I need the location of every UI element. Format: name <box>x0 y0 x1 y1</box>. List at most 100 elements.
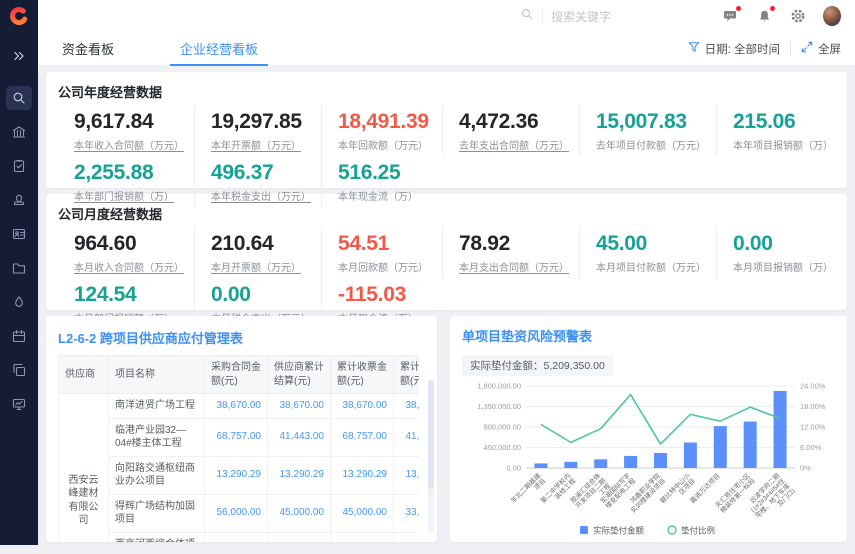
kpi-value: 964.60 <box>74 232 184 256</box>
sidebar-item-stamp-icon[interactable] <box>6 188 32 212</box>
kpi-value: 124.54 <box>74 283 184 307</box>
svg-text:18.00%: 18.00% <box>800 402 826 411</box>
kpi-value: 9,617.84 <box>74 110 184 134</box>
amount-cell[interactable]: 41,443.00 <box>394 418 420 456</box>
kpi-value: 0.00 <box>733 232 833 256</box>
amount-cell[interactable]: 41,443.00 <box>268 418 331 456</box>
bar-0[interactable] <box>534 463 547 468</box>
kpi-annual-1: 19,297.85本年开票额（万元） <box>194 105 321 156</box>
amount-cell[interactable]: 57,273.00 <box>205 532 268 542</box>
amount-cell[interactable]: 57,273.00 <box>331 532 394 542</box>
amount-cell[interactable]: 13,290.29 <box>394 456 420 494</box>
kpi-annual-3: 4,472.36去年支出合同额（万元） <box>442 105 579 156</box>
kpi-label[interactable]: 本年税金支出（万元） <box>211 188 311 203</box>
search-input[interactable]: 搜索关键字 <box>520 7 671 26</box>
kpi-monthly-1: 210.64本月开票额（万元） <box>194 227 321 278</box>
bar-4[interactable] <box>654 453 667 468</box>
legend-line-swatch[interactable] <box>668 526 676 534</box>
bank-icon <box>11 124 27 140</box>
sidebar-item-expand-icon[interactable] <box>6 44 32 68</box>
clipboard-check-icon <box>11 158 27 174</box>
table-scrollbar[interactable] <box>428 380 434 532</box>
table-header-row: 供应商项目名称采购合同金额(元)供应商累计结算(元)累计收票金额(元)累计付款金… <box>59 356 420 394</box>
sidebar-item-folder-icon[interactable] <box>6 256 32 280</box>
kpi-label[interactable]: 本年开票额（万元） <box>211 137 311 152</box>
bar-8[interactable] <box>774 391 787 468</box>
sidebar-item-search-icon[interactable] <box>6 86 32 110</box>
kpi-label[interactable]: 本月开票额（万元） <box>211 259 311 274</box>
amount-cell[interactable]: 13,290.29 <box>331 456 394 494</box>
kpi-label: 本年回款额（万元） <box>338 137 432 152</box>
kpi-annual-8: 516.25本年现金流（万） <box>321 156 442 207</box>
copy-icon <box>11 362 27 378</box>
kpi-value: 0.00 <box>211 283 311 307</box>
amount-cell[interactable]: 13,290.29 <box>268 456 331 494</box>
bell-icon[interactable] <box>755 7 773 25</box>
kpi-label: 本月回款额（万元） <box>338 259 432 274</box>
amount-cell[interactable]: 13,290.29 <box>205 456 268 494</box>
column-header: 供应商累计结算(元) <box>268 356 331 394</box>
tab-enterprise-board[interactable]: 企业经营看板 <box>170 32 268 66</box>
sidebar-item-clipboard-check-icon[interactable] <box>6 154 32 178</box>
legend-bar-swatch[interactable] <box>580 526 588 534</box>
svg-text:6.00%: 6.00% <box>800 443 822 452</box>
tab-funds-board[interactable]: 资金看板 <box>52 32 124 66</box>
message-icon[interactable] <box>721 7 739 25</box>
kpi-label[interactable]: 本年部门报销额（万） <box>74 188 184 203</box>
svg-text:1,800,000.00: 1,800,000.00 <box>477 382 521 391</box>
kpi-label[interactable]: 本月支出合同额（万元） <box>459 259 569 274</box>
amount-cell[interactable]: 14,071.00 <box>394 532 420 542</box>
bar-1[interactable] <box>564 462 577 468</box>
bar-7[interactable] <box>744 422 757 468</box>
kpi-monthly-2: 54.51本月回款额（万元） <box>321 227 442 278</box>
kpi-value: 516.25 <box>338 161 432 185</box>
bar-2[interactable] <box>594 459 607 468</box>
avatar[interactable] <box>823 7 841 25</box>
sidebar-item-monitor-icon[interactable] <box>6 392 32 416</box>
sidebar-item-water-drop-icon[interactable] <box>6 290 32 314</box>
kpi-label: 去年项目付款额（万元） <box>596 137 706 152</box>
gear-icon[interactable] <box>789 7 807 25</box>
bar-5[interactable] <box>684 442 697 468</box>
amount-cell[interactable]: 40,273.00 <box>268 532 331 542</box>
x-axis-label: 碧比特中山小区项目 <box>658 471 697 510</box>
kpi-value: 496.37 <box>211 161 311 185</box>
kpi-label[interactable]: 本月收入合同额（万元） <box>74 259 184 274</box>
app-logo[interactable] <box>0 0 38 32</box>
table-row: 临港产业园32—04#楼主体工程68,757.0041,443.0068,757… <box>59 418 420 456</box>
monitor-icon <box>11 396 27 412</box>
date-filter[interactable]: 日期: 全部时间 <box>688 41 780 57</box>
amount-cell[interactable]: 38,670.00 <box>394 394 420 419</box>
sidebar-item-calendar-icon[interactable] <box>6 324 32 348</box>
project-name-cell: 向阳路交通枢纽商业办公项目 <box>109 456 205 494</box>
bar-6[interactable] <box>714 426 727 468</box>
kpi-label[interactable]: 去年支出合同额（万元） <box>459 137 569 152</box>
amount-cell[interactable]: 68,757.00 <box>205 418 268 456</box>
amount-cell[interactable]: 38,670.00 <box>331 394 394 419</box>
topbar: 搜索关键字 <box>38 0 855 32</box>
amount-cell[interactable]: 38,670.00 <box>205 394 268 419</box>
amount-cell[interactable]: 56,000.00 <box>205 494 268 532</box>
amount-cell[interactable]: 33,000.00 <box>394 494 420 532</box>
amount-cell[interactable]: 45,000.00 <box>268 494 331 532</box>
sidebar-item-copy-icon[interactable] <box>6 358 32 382</box>
legend-line-label[interactable]: 垫付比例 <box>681 526 715 536</box>
x-axis-label: 第二中学校内装修工程 <box>538 471 577 510</box>
legend-bar-label[interactable]: 实际垫付金额 <box>593 526 645 536</box>
fullscreen-button[interactable]: 全屏 <box>801 41 841 57</box>
kpi-label[interactable]: 本年收入合同额（万元） <box>74 137 184 152</box>
kpi-value: 2,255.88 <box>74 161 184 185</box>
bar-3[interactable] <box>624 456 637 468</box>
kpi-monthly-0: 964.60 本月收入合同额（万元） <box>58 227 194 278</box>
amount-cell[interactable]: 38,670.00 <box>268 394 331 419</box>
kpi-value: 45.00 <box>596 232 706 256</box>
amount-cell[interactable]: 68,757.00 <box>331 418 394 456</box>
amount-cell[interactable]: 45,000.00 <box>331 494 394 532</box>
sidebar-item-bank-icon[interactable] <box>6 120 32 144</box>
svg-text:0.00: 0.00 <box>506 464 521 473</box>
risk-chart[interactable]: 1,800,000.0024.00%1,350,000.0018.00%900,… <box>462 378 835 538</box>
sidebar-item-id-card-icon[interactable] <box>6 222 32 246</box>
id-card-icon <box>11 226 27 242</box>
kpi-annual-2: 18,491.39本年回款额（万元） <box>321 105 442 156</box>
actual-advance-tag: 实际垫付金额：5,209,350.00 <box>462 355 613 376</box>
